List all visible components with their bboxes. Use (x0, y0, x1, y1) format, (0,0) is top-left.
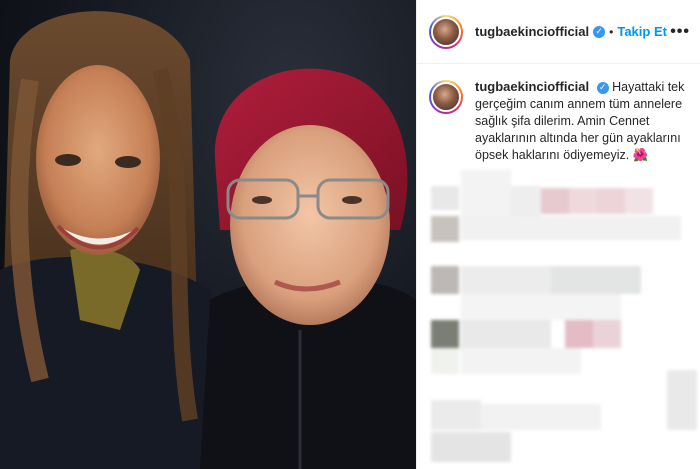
separator-dot: • (609, 24, 614, 39)
verified-icon: ✓ (593, 25, 606, 38)
header-username[interactable]: tugbaekinciofficial (475, 24, 589, 39)
caption-username[interactable]: tugbaekinciofficial (475, 79, 589, 94)
caption: tugbaekinciofficial ✓ Hayattaki tek gerç… (417, 64, 700, 164)
flower-emoji-icon: 🌺 (632, 148, 649, 162)
post-header: tugbaekinciofficial ✓ • Takip Et ••• (417, 0, 700, 64)
photo-illustration (0, 11, 416, 469)
caption-avatar[interactable] (429, 80, 463, 114)
post-side-panel: tugbaekinciofficial ✓ • Takip Et ••• tug… (416, 0, 700, 469)
more-options-icon[interactable]: ••• (670, 23, 690, 41)
avatar[interactable] (429, 14, 463, 49)
follow-button[interactable]: Takip Et (617, 24, 667, 39)
caption-verified-icon: ✓ (596, 81, 609, 94)
blurred-comments (417, 170, 700, 469)
caption-text-block: tugbaekinciofficial ✓ Hayattaki tek gerç… (475, 78, 685, 164)
post-photo[interactable] (0, 0, 416, 469)
